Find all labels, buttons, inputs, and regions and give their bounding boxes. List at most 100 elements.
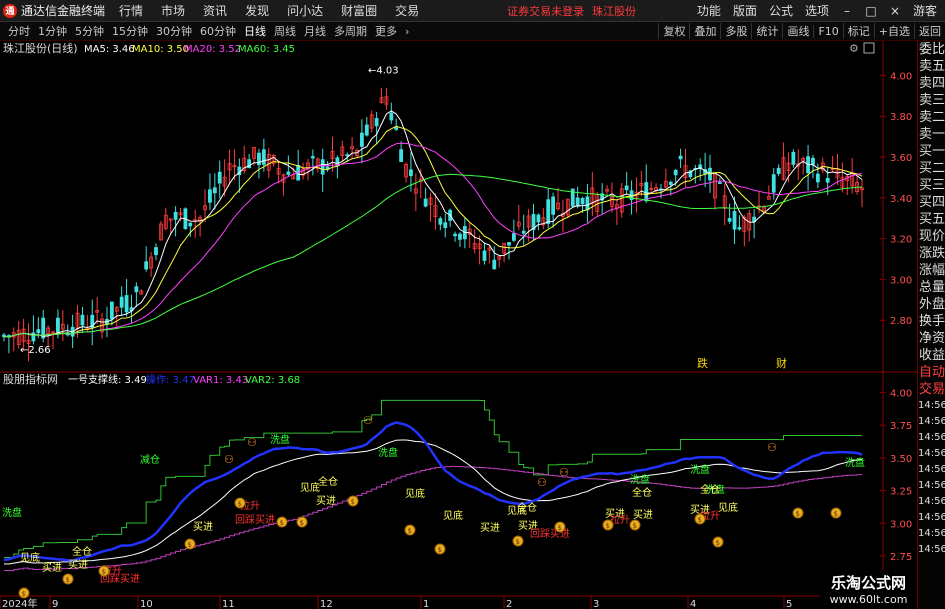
side-item[interactable]: 买一 [918,143,945,160]
mark-button[interactable]: 标记 [842,23,874,39]
side-item[interactable]: 收益 [918,347,945,364]
more-chevron-icon[interactable]: › [405,25,409,38]
menu-layout[interactable]: 版面 [733,2,757,19]
side-item[interactable]: 14:56 [918,430,945,446]
side-item[interactable]: 换手 [918,313,945,330]
menu-news[interactable]: 资讯 [203,2,227,19]
side-item[interactable]: 14:56 [918,494,945,510]
signal-label: 洗盘 [690,463,710,476]
period-more[interactable]: 更多 [375,23,397,39]
side-item[interactable]: 净资 [918,330,945,347]
ma20-label: MA20: 3.52 [184,44,241,55]
side-item[interactable]: 买四 [918,194,945,211]
stock-name-header: 珠江股份 [592,4,637,18]
candle-body [737,227,742,230]
maximize-icon[interactable]: □ [865,4,877,18]
menu-discover[interactable]: 发现 [245,2,269,19]
period-daily[interactable]: 日线 [244,23,266,39]
side-item[interactable]: 14:56 [918,414,945,430]
candle-body [644,182,649,202]
add-favorite-button[interactable]: +自选 [873,23,914,39]
menu-bar: 通 通达信金融终端 行情 市场 资讯 发现 问小达 财富圈 交易 证券交易未登录… [0,0,945,22]
indicator-y-tick: 3.50 [890,454,912,465]
money-bag-glyph: $ [716,539,720,547]
side-item[interactable]: 委比 [918,41,945,58]
event-marker-drop[interactable]: 跌 [697,356,708,370]
menu-market[interactable]: 市场 [161,2,185,19]
period-timeshare[interactable]: 分时 [8,23,30,39]
side-item[interactable]: 14:56 [918,478,945,494]
settings-gear-icon[interactable]: ⚙ [849,42,859,55]
side-item[interactable]: 现价 [918,228,945,245]
candle-body [119,296,124,308]
period-monthly[interactable]: 月线 [304,23,326,39]
period-15min[interactable]: 15分钟 [112,23,148,39]
signal-label: 买进 [42,562,62,574]
side-item[interactable]: 卖三 [918,92,945,109]
period-multi[interactable]: 多周期 [334,23,367,39]
panel-maximize-icon[interactable] [863,42,875,54]
operate-line [3,421,863,563]
money-bag-glyph: $ [438,546,442,554]
candle-body [585,196,590,211]
chart-area[interactable]: 珠江股份(日线) MA5: 3.46 MA10: 3.50 MA20: 3.52… [0,41,917,609]
side-item[interactable]: 14:56 [918,510,945,526]
side-item[interactable]: 买二 [918,160,945,177]
money-bag-glyph: $ [102,568,106,576]
side-item[interactable]: 涨幅 [918,262,945,279]
multi-stock-button[interactable]: 多股 [720,23,751,39]
overlay-button[interactable]: 叠加 [689,23,720,39]
side-item[interactable]: 自动 [918,364,945,381]
period-60min[interactable]: 60分钟 [200,23,236,39]
candle-body [208,189,212,203]
period-5min[interactable]: 5分钟 [75,23,104,39]
support-line-label: 一号支撑线: 3.49 [68,373,147,386]
f10-button[interactable]: F10 [813,24,842,38]
menu-trade[interactable]: 交易 [395,2,419,19]
candle-body [507,242,511,246]
candle-body [399,149,404,162]
period-weekly[interactable]: 周线 [274,23,296,39]
watermark-url: www.60lt.com [829,593,908,606]
side-item[interactable]: 卖一 [918,126,945,143]
signal-label: 见底 [718,501,738,514]
x-axis-label: 1 [423,599,429,609]
draw-line-button[interactable]: 画线 [782,23,813,39]
candle-body [678,155,683,160]
period-1min[interactable]: 1分钟 [38,23,67,39]
side-item[interactable]: 交易 [918,381,945,398]
menu-formula[interactable]: 公式 [769,2,793,19]
restore-rights-button[interactable]: 复权 [658,23,689,39]
side-item[interactable]: 卖五 [918,58,945,75]
menu-assistant[interactable]: 问小达 [287,2,323,19]
watermark: 乐淘公式网 www.60lt.com [820,570,917,609]
side-item[interactable]: 总量 [918,279,945,296]
side-item[interactable]: 涨跌 [918,245,945,262]
side-item[interactable]: 14:56 [918,446,945,462]
minimize-icon[interactable]: – [841,4,853,18]
menu-function[interactable]: 功能 [697,2,721,19]
back-button[interactable]: 返回 [914,23,945,39]
candle-body [482,250,487,261]
user-label[interactable]: 游客 [913,2,937,19]
menu-options[interactable]: 选项 [805,2,829,19]
side-item[interactable]: 14:56 [918,462,945,478]
side-item[interactable]: 卖四 [918,75,945,92]
login-alert[interactable]: 证券交易未登录 [507,3,584,19]
side-item[interactable]: 14:56 [918,526,945,542]
side-item[interactable]: 14:56 [918,398,945,414]
menu-wealth[interactable]: 财富圈 [341,2,377,19]
event-marker-finance[interactable]: 财 [776,356,787,370]
statistics-button[interactable]: 统计 [751,23,782,39]
side-item[interactable]: 外盘 [918,296,945,313]
close-icon[interactable]: × [889,4,901,18]
signal-label: 洗盘 [845,456,865,469]
menu-quotes[interactable]: 行情 [119,2,143,19]
side-item[interactable]: 买三 [918,177,945,194]
period-30min[interactable]: 30分钟 [156,23,192,39]
candle-body [134,286,139,293]
money-bag-glyph: $ [834,510,838,518]
side-item[interactable]: 卖二 [918,109,945,126]
side-item[interactable]: 买五 [918,211,945,228]
side-item[interactable]: 14:56 [918,542,945,558]
